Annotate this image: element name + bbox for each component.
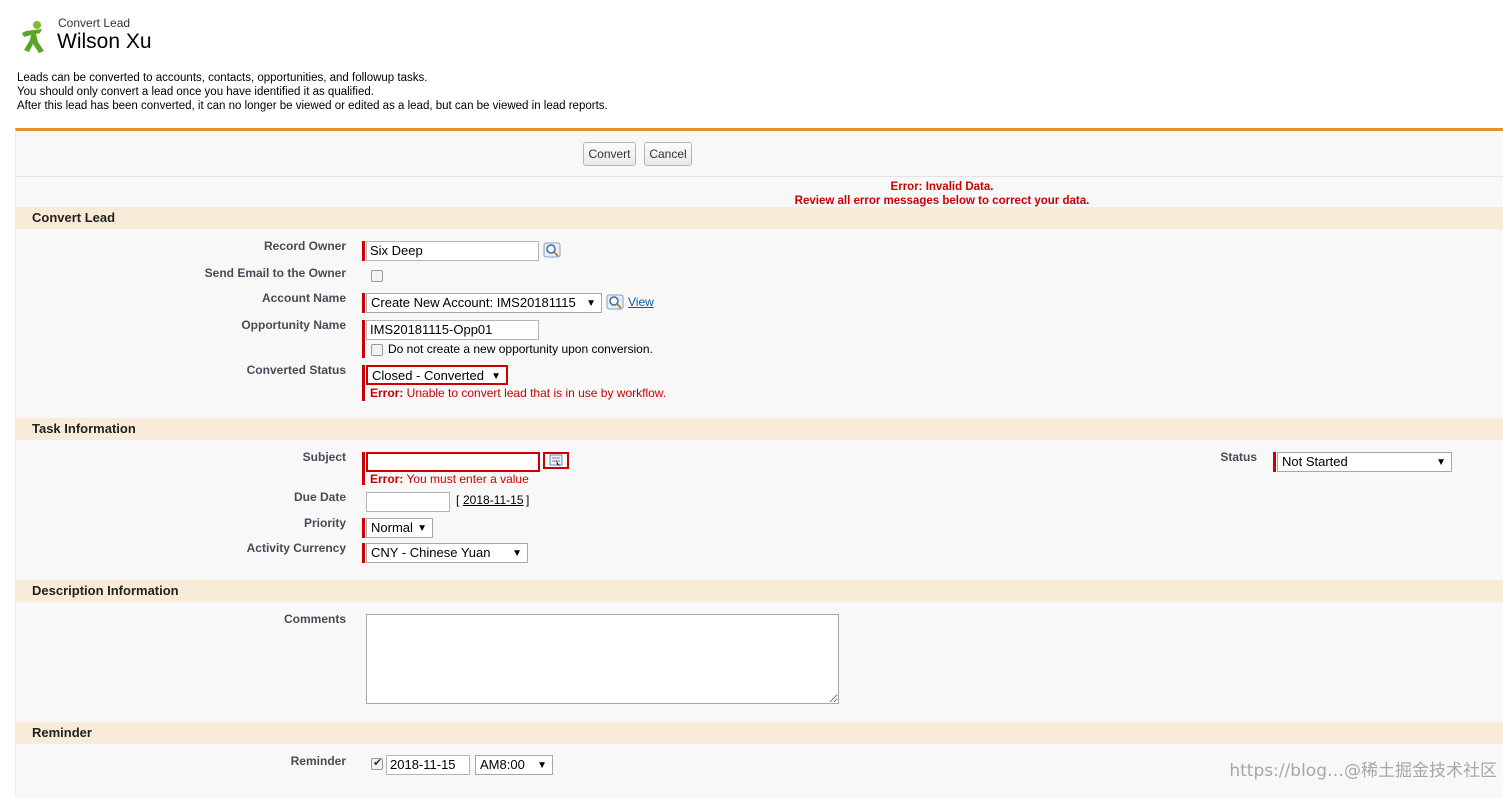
account-name-value: Create New Account: IMS20181115 [371, 295, 576, 310]
required-marker [362, 293, 365, 313]
reminder-time-select[interactable]: AM8:00 ▼ [475, 755, 553, 775]
due-date-label: Due Date [293, 490, 346, 504]
dropdown-arrow-icon: ▼ [417, 523, 427, 534]
converted-status-label: Converted Status [246, 363, 346, 377]
record-owner-input[interactable]: Six Deep [366, 241, 539, 261]
opportunity-name-input[interactable]: IMS20181115-Opp01 [366, 320, 539, 340]
intro-line-3: After this lead has been converted, it c… [17, 100, 608, 112]
subject-combobox-button[interactable] [543, 452, 569, 469]
status-select[interactable]: Not Started ▼ [1277, 452, 1452, 472]
convert-lead-panel: Convert Cancel Error: Invalid Data. Revi… [15, 128, 1503, 798]
opportunity-name-label: Opportunity Name [241, 318, 346, 332]
status-value: Not Started [1282, 454, 1348, 469]
dropdown-arrow-icon: ▼ [491, 371, 501, 382]
watermark-text: https://blog…@稀土掘金技术社区 [1229, 761, 1497, 781]
required-marker [362, 543, 365, 563]
required-marker [362, 452, 365, 485]
intro-text: Leads can be converted to accounts, cont… [17, 71, 608, 113]
activity-currency-value: CNY - Chinese Yuan [371, 545, 491, 560]
account-name-select[interactable]: Create New Account: IMS20181115 ▼ [366, 293, 602, 313]
section-description-information: Description Information [16, 580, 1503, 602]
activity-currency-select[interactable]: CNY - Chinese Yuan ▼ [366, 543, 528, 563]
account-view-link[interactable]: View [628, 295, 654, 309]
send-email-label: Send Email to the Owner [204, 266, 346, 280]
cancel-button[interactable]: Cancel [644, 142, 692, 166]
bracket-close: ] [526, 493, 530, 507]
priority-value: Normal [371, 520, 413, 535]
reminder-checkbox[interactable] [371, 756, 383, 770]
required-marker [362, 518, 365, 538]
dropdown-arrow-icon: ▼ [1436, 457, 1446, 468]
due-date-today-link[interactable]: 2018-11-15 [463, 493, 524, 507]
dropdown-arrow-icon: ▼ [512, 548, 522, 559]
page-subtitle: Convert Lead [58, 16, 131, 30]
required-marker [362, 241, 365, 261]
section-reminder: Reminder [16, 722, 1503, 744]
no-opportunity-checkbox[interactable] [371, 344, 383, 356]
account-name-label: Account Name [261, 291, 346, 305]
lookup-icon[interactable] [606, 294, 624, 310]
reminder-time-value: AM8:00 [480, 757, 525, 772]
dropdown-arrow-icon: ▼ [537, 760, 547, 771]
section-task-information: Task Information [16, 418, 1503, 440]
convert-button[interactable]: Convert [583, 142, 636, 166]
required-marker [362, 365, 365, 401]
converted-status-error: Error: Unable to convert lead that is in… [370, 386, 667, 400]
dropdown-arrow-icon: ▼ [586, 298, 596, 309]
send-email-checkbox[interactable] [371, 270, 383, 282]
section-convert-lead: Convert Lead [16, 207, 1503, 229]
error-summary-title: Error: Invalid Data. [890, 181, 994, 193]
error-summary: Error: Invalid Data. Review all error me… [16, 180, 1503, 208]
page-title: Wilson Xu [57, 30, 152, 53]
intro-line-1: Leads can be converted to accounts, cont… [17, 72, 428, 84]
priority-label: Priority [303, 516, 346, 530]
record-owner-label: Record Owner [263, 239, 346, 253]
status-label: Status [1220, 450, 1257, 464]
subject-label: Subject [302, 450, 346, 464]
comments-textarea[interactable] [366, 614, 839, 704]
button-bar: Convert Cancel [16, 131, 1503, 177]
reminder-label: Reminder [290, 754, 346, 768]
subject-input[interactable] [366, 452, 540, 472]
required-marker [362, 320, 365, 358]
due-date-input[interactable] [366, 492, 450, 512]
bracket-open: [ [456, 493, 460, 507]
comments-label: Comments [283, 612, 346, 626]
priority-select[interactable]: Normal ▼ [366, 518, 433, 538]
converted-status-select[interactable]: Closed - Converted ▼ [366, 365, 508, 385]
no-opportunity-label: Do not create a new opportunity upon con… [388, 342, 653, 356]
lookup-icon[interactable] [543, 242, 561, 258]
error-summary-detail: Review all error messages below to corre… [794, 195, 1090, 207]
subject-error: Error: You must enter a value [370, 472, 529, 486]
combobox-icon [549, 454, 563, 466]
reminder-date-input[interactable]: 2018-11-15 [386, 755, 470, 775]
converted-status-value: Closed - Converted [372, 368, 484, 383]
lead-person-icon [22, 21, 44, 53]
activity-currency-label: Activity Currency [246, 541, 346, 555]
required-marker [1273, 452, 1276, 472]
intro-line-2: You should only convert a lead once you … [17, 86, 374, 98]
